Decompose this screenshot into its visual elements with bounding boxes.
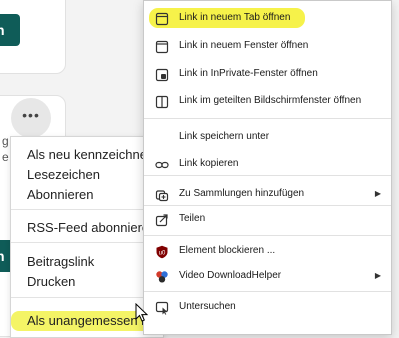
ctx-item-label: Zu Sammlungen hinzufügen (179, 188, 305, 199)
menu-divider (144, 205, 391, 206)
ctx-item-label: Element blockieren ... (179, 245, 276, 256)
more-options-button[interactable]: ••• (11, 98, 51, 138)
collections-icon (155, 190, 169, 202)
link-icon (155, 161, 169, 169)
share-icon (155, 214, 168, 227)
menu-item-bookmark[interactable]: Lesezeichen (27, 167, 100, 182)
inspect-icon (155, 301, 169, 315)
ctx-item-save-link[interactable]: Link speichern unter (144, 125, 391, 151)
menu-divider (144, 235, 391, 236)
menu-item-post-link[interactable]: Beitragslink (27, 254, 94, 269)
menu-divider (144, 175, 391, 176)
submenu-arrow-icon: ▶ (374, 189, 381, 198)
ctx-item-label: Untersuchen (179, 301, 236, 312)
video-downloadhelper-icon (156, 271, 168, 283)
menu-divider (11, 297, 163, 298)
menu-item-rss-subscribe[interactable]: RSS-Feed abonnieren (27, 220, 156, 235)
ctx-item-open-inprivate[interactable]: Link in InPrivate-Fenster öffnen (144, 62, 391, 88)
teal-action-button-top[interactable]: n (0, 14, 20, 46)
new-tab-icon (155, 12, 169, 26)
ctx-item-block-element[interactable]: u0 Element blockieren ... (144, 239, 391, 265)
more-icon: ••• (22, 107, 40, 123)
ctx-item-label: Link in neuem Fenster öffnen (179, 40, 309, 51)
menu-item-print[interactable]: Drucken (27, 274, 75, 289)
new-window-icon (155, 40, 169, 54)
svg-text:u0: u0 (159, 251, 166, 257)
menu-item-mark-as-new[interactable]: Als neu kennzeichnen (27, 147, 154, 162)
ctx-item-open-new-tab[interactable]: Link in neuem Tab öffnen (144, 6, 391, 32)
menu-divider (11, 209, 163, 210)
split-screen-icon (155, 95, 169, 109)
browser-context-menu: Link in neuem Tab öffnen Link in neuem F… (143, 0, 392, 335)
ctx-item-label: Link in neuem Tab öffnen (179, 12, 291, 23)
submenu-arrow-icon: ▶ (374, 271, 381, 280)
ctx-item-share[interactable]: Teilen (144, 207, 391, 233)
post-text-fragment: g (2, 134, 9, 148)
ublock-icon: u0 (156, 245, 168, 259)
mouse-cursor-icon (135, 303, 149, 322)
ctx-item-open-split-screen[interactable]: Link im geteilten Bildschirmfenster öffn… (144, 89, 391, 115)
inprivate-window-icon (155, 68, 169, 82)
menu-divider (11, 242, 163, 243)
ctx-item-label: Teilen (179, 213, 206, 224)
ctx-item-label: Link speichern unter (179, 131, 270, 142)
ctx-item-label: Video DownloadHelper (179, 270, 282, 281)
menu-item-report-inappropriate[interactable]: Als unangemessen m (27, 313, 152, 328)
ctx-item-label: Link in InPrivate-Fenster öffnen (179, 68, 318, 79)
ctx-item-label: Link im geteilten Bildschirmfenster öffn… (179, 95, 362, 106)
menu-divider (144, 291, 391, 292)
ctx-item-inspect[interactable]: Untersuchen (144, 295, 391, 321)
ctx-item-label: Link kopieren (179, 158, 239, 169)
ctx-item-video-downloadhelper[interactable]: Video DownloadHelper ▶ (144, 264, 391, 290)
ctx-item-open-new-window[interactable]: Link in neuem Fenster öffnen (144, 34, 391, 60)
menu-divider (144, 118, 391, 119)
menu-item-subscribe[interactable]: Abonnieren (27, 187, 94, 202)
